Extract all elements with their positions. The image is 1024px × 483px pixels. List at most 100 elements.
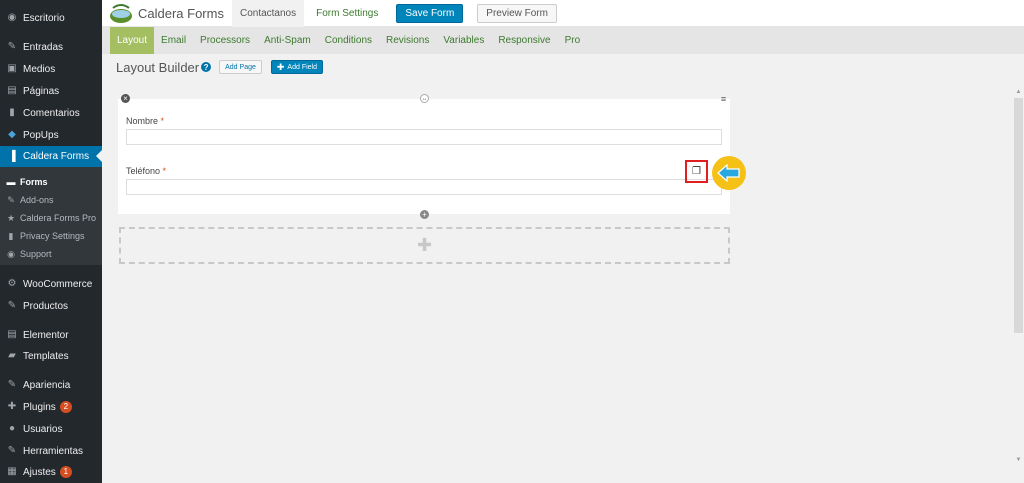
required-marker: *	[160, 116, 165, 126]
elementor-icon: ▤	[7, 329, 17, 340]
dashboard-icon: ◉	[7, 12, 17, 23]
scroll-thumb[interactable]	[1014, 98, 1023, 333]
folder-icon: ▰	[8, 350, 16, 361]
sidebar-item-woocommerce[interactable]: ⚙ WooCommerce	[0, 274, 102, 294]
field-label-telefono: Teléfono *	[126, 166, 166, 176]
app-title: Caldera Forms	[138, 5, 224, 21]
sidebar-item-label: Plugins	[23, 401, 56, 413]
sidebar-item-escritorio[interactable]: ◉ Escritorio	[0, 8, 102, 28]
sidebar-item-label: Elementor	[23, 329, 69, 341]
popups-icon: ◆	[8, 129, 16, 140]
telefono-field[interactable]	[126, 179, 722, 195]
layout-builder-header: Layout Builder ? Add Page ✚ Add Field	[116, 59, 323, 75]
submenu-item-privacy[interactable]: ▮ Privacy Settings	[0, 227, 102, 245]
add-field-button[interactable]: ✚ Add Field	[270, 60, 323, 74]
wrench-icon: ✎	[7, 445, 17, 456]
sidebar-item-ajustes[interactable]: ▦ Ajustes 1	[0, 462, 102, 482]
sidebar-item-apariencia[interactable]: ✎ Apariencia	[0, 375, 102, 395]
admin-sidebar: ◉ Escritorio ✎ Entradas ▣ Medios ▤ Págin…	[0, 0, 102, 483]
tab-variables[interactable]: Variables	[436, 27, 491, 54]
add-row-icon[interactable]: +	[420, 210, 429, 219]
sidebar-item-herramientas[interactable]: ✎ Herramientas	[0, 441, 102, 461]
caldera-header: Caldera Forms Contactanos Form Settings …	[102, 0, 1024, 27]
field-label-text: Teléfono	[126, 166, 161, 176]
row-menu-icon[interactable]: ≡	[719, 95, 728, 104]
submenu-item-addons[interactable]: ✎ Add-ons	[0, 191, 102, 209]
resize-column-icon[interactable]: ↔	[420, 94, 429, 103]
tab-responsive[interactable]: Responsive	[491, 27, 557, 54]
sidebar-item-comentarios[interactable]: ▮ Comentarios	[0, 103, 102, 123]
sidebar-item-entradas[interactable]: ✎ Entradas	[0, 37, 102, 57]
form-settings-link[interactable]: Form Settings	[316, 8, 378, 19]
field-label-nombre: Nombre *	[126, 116, 164, 126]
submenu-item-label: Privacy Settings	[20, 231, 85, 241]
sidebar-item-label: Comentarios	[23, 107, 80, 119]
active-arrow-indicator	[96, 150, 102, 162]
scroll-down-icon[interactable]: ▼	[1015, 456, 1022, 463]
support-icon: ◉	[7, 248, 15, 259]
duplicate-icon[interactable]: ❐	[692, 166, 701, 177]
sidebar-item-label: Herramientas	[23, 445, 84, 457]
pin-icon: ✎	[7, 41, 17, 52]
submenu-item-forms[interactable]: ▬ Forms	[0, 173, 102, 191]
add-page-button[interactable]: Add Page	[219, 60, 262, 74]
user-icon: ●	[8, 423, 16, 434]
tab-anti-spam[interactable]: Anti-Spam	[257, 27, 318, 54]
pages-icon: ▤	[7, 85, 17, 96]
submenu-item-caldera-pro[interactable]: ★ Caldera Forms Pro	[0, 209, 102, 227]
sidebar-item-label: Apariencia	[23, 379, 71, 391]
sidebar-item-popups[interactable]: ◆ PopUps	[0, 125, 102, 145]
remove-row-icon[interactable]: ×	[121, 94, 130, 103]
sidebar-item-label: Usuarios	[23, 423, 63, 435]
tab-pro[interactable]: Pro	[558, 27, 588, 54]
caldera-submenu: ▬ Forms ✎ Add-ons ★ Caldera Forms Pro ▮ …	[0, 167, 102, 265]
sidebar-item-usuarios[interactable]: ● Usuarios	[0, 419, 102, 439]
preview-form-button[interactable]: Preview Form	[477, 3, 557, 23]
form-name-tab[interactable]: Contactanos	[231, 0, 305, 27]
add-field-label: Add Field	[287, 63, 317, 71]
submenu-item-label: Forms	[20, 177, 48, 187]
sidebar-item-label: Caldera Forms	[23, 151, 90, 162]
privacy-icon: ▮	[8, 230, 14, 241]
scroll-up-icon[interactable]: ▲	[1015, 88, 1022, 95]
tab-processors[interactable]: Processors	[193, 27, 257, 54]
star-icon: ★	[6, 212, 16, 223]
add-row-dropzone[interactable]: ✚	[119, 227, 730, 264]
sidebar-item-paginas[interactable]: ▤ Páginas	[0, 81, 102, 101]
move-icon: ✚	[276, 61, 285, 72]
forms-icon: ▬	[6, 177, 16, 187]
tab-email[interactable]: Email	[154, 27, 193, 54]
settings-icon: ▦	[7, 466, 17, 477]
duplicate-field-highlight[interactable]: ❐	[685, 160, 708, 183]
sidebar-item-label: Ajustes	[23, 466, 56, 478]
sidebar-item-elementor[interactable]: ▤ Elementor	[0, 325, 102, 345]
help-icon[interactable]: ?	[201, 62, 212, 72]
submenu-item-support[interactable]: ◉ Support	[0, 245, 102, 263]
plugin-icon: ✚	[7, 401, 17, 412]
save-form-button[interactable]: Save Form	[396, 3, 464, 23]
submenu-item-label: Support	[20, 249, 52, 259]
page-scrollbar[interactable]: ▲ ▼	[1013, 84, 1024, 483]
media-icon: ▣	[7, 63, 17, 74]
sidebar-item-medios[interactable]: ▣ Medios	[0, 59, 102, 79]
tab-revisions[interactable]: Revisions	[379, 27, 436, 54]
pin-icon: ✎	[7, 300, 17, 311]
tab-conditions[interactable]: Conditions	[318, 27, 379, 54]
update-count-badge: 2	[59, 401, 72, 413]
addons-icon: ✎	[7, 194, 15, 205]
sidebar-item-templates[interactable]: ▰ Templates	[0, 346, 102, 366]
tab-layout[interactable]: Layout	[110, 27, 155, 54]
sidebar-item-label: Entradas	[23, 41, 64, 53]
sidebar-item-plugins[interactable]: ✚ Plugins 2	[0, 397, 102, 417]
plus-icon: ✚	[416, 235, 433, 255]
sidebar-item-label: Productos	[23, 300, 69, 312]
sidebar-item-label: Escritorio	[23, 12, 65, 24]
submenu-item-label: Add-ons	[20, 195, 54, 205]
caldera-icon: ▐	[8, 150, 16, 162]
sidebar-item-caldera-forms[interactable]: ▐ Caldera Forms	[0, 146, 102, 167]
nombre-field[interactable]	[126, 129, 722, 145]
submenu-item-label: Caldera Forms Pro	[20, 213, 97, 223]
gear-icon: ⚙	[7, 278, 17, 289]
sidebar-item-label: Templates	[23, 350, 69, 362]
sidebar-item-productos[interactable]: ✎ Productos	[0, 296, 102, 316]
